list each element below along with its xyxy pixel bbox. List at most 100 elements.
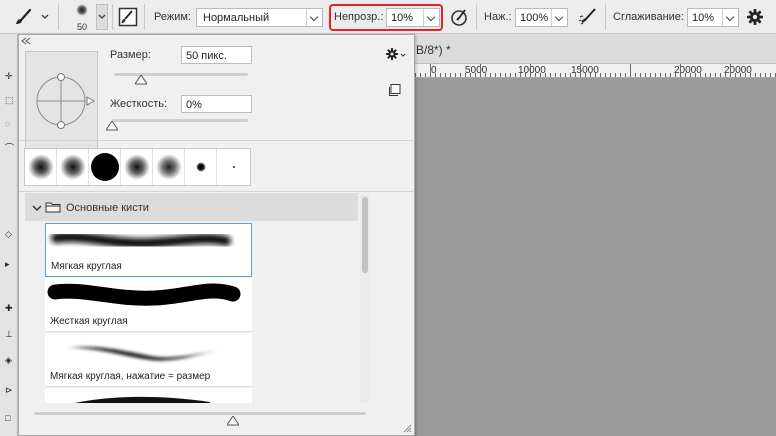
- brush-tip-swatch[interactable]: [89, 149, 121, 185]
- ruler-tick: [560, 73, 561, 77]
- ruler-tick: [665, 73, 666, 77]
- ruler-tick: [475, 73, 476, 77]
- ruler-tick: [455, 73, 456, 77]
- ruler-label: 10000: [518, 65, 546, 76]
- brush-group-name: Основные кисти: [66, 202, 149, 214]
- chevron-down-icon[interactable]: [32, 203, 42, 213]
- smoothing-value: 10%: [692, 12, 715, 24]
- ruler-tick: [440, 73, 441, 77]
- quick-select-tool-icon[interactable]: ⌒: [5, 144, 14, 153]
- brush-tip-swatch[interactable]: [121, 149, 153, 185]
- brush-tool-icon[interactable]: [14, 8, 36, 26]
- ruler-tick: [640, 73, 641, 77]
- hardness-input[interactable]: 0%: [181, 95, 252, 113]
- ruler-tick: [420, 73, 421, 77]
- panel-gear-icon[interactable]: [386, 47, 406, 61]
- ruler-tick: [515, 73, 516, 77]
- ruler-tick: [505, 73, 506, 77]
- brush-preset-item[interactable]: Мягкая круглая: [45, 223, 252, 277]
- ruler-tick: [580, 64, 581, 77]
- document-tab[interactable]: B/8*) *: [415, 34, 776, 64]
- ruler-tick: [650, 73, 651, 77]
- tools-strip: ✛ ⬚ ◌ ⌒ ◇ ▸ ✚ ⊥ ◈ ⊳ □: [0, 34, 18, 436]
- document-tab-title: B/8*) *: [416, 43, 451, 57]
- brush-preset-item[interactable]: [45, 388, 252, 403]
- marquee-tool-icon[interactable]: ⬚: [5, 96, 14, 105]
- panel-resize-grip-icon[interactable]: [402, 423, 412, 433]
- ruler-tick: [450, 73, 451, 77]
- brush-list-scrollbar[interactable]: [360, 195, 370, 403]
- ruler-tick: [480, 64, 481, 77]
- ruler-tick: [605, 73, 606, 77]
- airbrush-icon[interactable]: [577, 7, 599, 27]
- brush-preset-list: Основные кисти Мягкая круглая Жесткая кр…: [25, 193, 374, 403]
- brush-preset-item[interactable]: Мягкая круглая, нажатие = размер: [45, 333, 252, 387]
- panel-collapse-icon[interactable]: [21, 36, 31, 45]
- ruler-tick: [530, 64, 531, 77]
- brush-tip-swatch[interactable]: [185, 149, 217, 185]
- brush-tip-swatch[interactable]: [217, 149, 250, 185]
- brush-preset-panel: Размер: 50 пикс. Жесткость: 0% Основные …: [18, 34, 415, 436]
- brush-size-readout: 50: [77, 22, 88, 32]
- lasso-tool-icon[interactable]: ◌: [5, 120, 13, 129]
- scrollbar-thumb[interactable]: [362, 197, 368, 273]
- options-bar: 50 Режим: Нормальный Непрозр.: 10% Наж.:…: [0, 0, 776, 34]
- clone-tool-icon[interactable]: ⊥: [5, 330, 13, 339]
- hardness-label: Жесткость:: [110, 98, 168, 110]
- ruler-tick: [570, 73, 571, 77]
- preview-size-slider-track[interactable]: [34, 412, 366, 415]
- ruler-tick: [720, 73, 721, 77]
- brush-group-header[interactable]: Основные кисти: [25, 193, 358, 221]
- gradient-tool-icon[interactable]: □: [5, 414, 13, 423]
- opacity-field[interactable]: 10%: [386, 8, 440, 27]
- new-preset-icon[interactable]: [388, 83, 402, 97]
- pressure-field[interactable]: 100%: [515, 8, 568, 27]
- ruler-tick: [610, 73, 611, 77]
- ruler-tick: [565, 73, 566, 77]
- brush-tip-swatch[interactable]: [25, 149, 57, 185]
- smoothing-field[interactable]: 10%: [687, 8, 739, 27]
- ruler-tick: [735, 73, 736, 77]
- ruler-tick: [675, 73, 676, 77]
- ruler-tick: [615, 73, 616, 77]
- chevron-down-icon[interactable]: [722, 9, 738, 26]
- ruler-tick: [495, 73, 496, 77]
- ruler-tick: [555, 73, 556, 77]
- brush-preset-dropdown[interactable]: [96, 4, 108, 30]
- ruler-label: 5000: [465, 65, 488, 76]
- brush-angle-preview[interactable]: [25, 51, 98, 149]
- move-tool-icon[interactable]: ✛: [5, 72, 13, 81]
- brush-preset-item[interactable]: Жесткая круглая: [45, 278, 252, 332]
- ruler-tick: [470, 73, 471, 77]
- partial-stroke-icon: [74, 396, 210, 403]
- ruler-tick: [510, 73, 511, 77]
- ruler-label: 20000: [674, 65, 702, 76]
- smoothing-label: Сглаживание:: [613, 11, 684, 23]
- crop-tool-icon[interactable]: ◇: [5, 230, 13, 239]
- chevron-down-icon[interactable]: [423, 9, 439, 26]
- chevron-down-icon[interactable]: [551, 9, 567, 26]
- eyedropper-tool-icon[interactable]: ▸: [5, 260, 13, 269]
- brush-settings-icon[interactable]: [118, 7, 138, 27]
- size-input[interactable]: 50 пикс.: [181, 46, 252, 64]
- pressure-opacity-icon[interactable]: [450, 7, 470, 27]
- brush-tip-swatch[interactable]: [153, 149, 185, 185]
- hardness-slider-track[interactable]: [112, 119, 248, 122]
- ruler-tick: [695, 73, 696, 77]
- ruler-tick: [750, 73, 751, 77]
- ruler-tick: [700, 73, 701, 77]
- ruler-tick: [590, 73, 591, 77]
- tool-preset-dropdown-icon[interactable]: [40, 12, 50, 22]
- horizontal-ruler: 0 5000 10000 15000 20000 20000: [415, 64, 776, 78]
- mode-select[interactable]: Нормальный: [196, 8, 323, 27]
- brush-tip-swatch[interactable]: [57, 149, 89, 185]
- ruler-tick: [460, 73, 461, 77]
- ruler-label: 20000: [724, 65, 752, 76]
- smoothing-gear-icon[interactable]: [746, 8, 764, 26]
- ruler-tick: [595, 73, 596, 77]
- eraser-tool-icon[interactable]: ⊳: [5, 386, 13, 395]
- opacity-label: Непрозр.:: [334, 11, 384, 23]
- history-brush-tool-icon[interactable]: ◈: [5, 356, 13, 365]
- brush-preset-name: Мягкая круглая: [51, 261, 122, 272]
- healing-tool-icon[interactable]: ✚: [5, 304, 13, 313]
